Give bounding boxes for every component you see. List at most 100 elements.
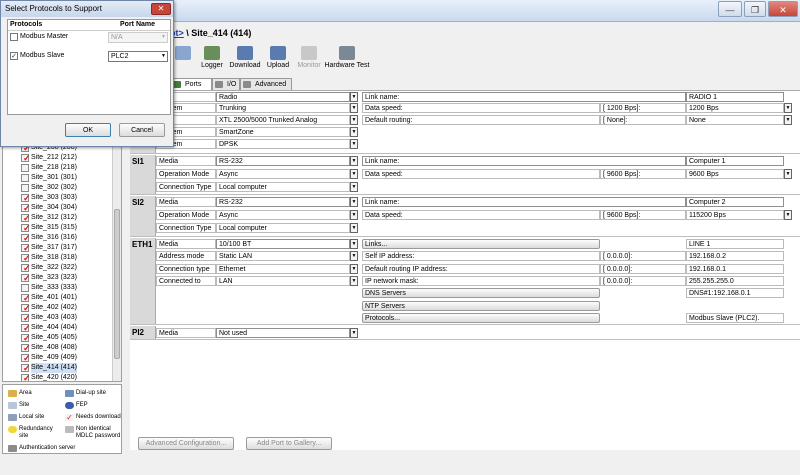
si1-connection-type-dropdown[interactable]: ▼	[350, 182, 358, 192]
eth1-media-dropdown[interactable]: ▼	[350, 239, 358, 249]
tree-item[interactable]: ✓ Site_420 (420)	[21, 373, 77, 381]
si1-link-name-value[interactable]: Computer 1	[686, 156, 784, 166]
radio-trunk-system-value[interactable]: SmartZone	[216, 127, 350, 137]
si2-data-speed-value[interactable]: 115200 Bps	[686, 210, 784, 220]
radio-default-routing-value[interactable]: None	[686, 115, 784, 125]
modbus-master-port-select[interactable]: N/A	[108, 32, 168, 43]
si1-operation-mode-value[interactable]: Async	[216, 169, 350, 179]
si2-media-value[interactable]: RS-232	[216, 197, 350, 207]
tree-item[interactable]: ✓ Site_404 (404)	[21, 323, 77, 333]
eth1-connection-type-value[interactable]: Ethernet	[216, 264, 350, 274]
dialog-close-button[interactable]: ✕	[151, 3, 171, 15]
tree-item[interactable]: ✓ Site_403 (403)	[21, 313, 77, 323]
tree-item[interactable]: ✓ Site_212 (212)	[21, 153, 77, 163]
ok-button[interactable]: OK	[65, 123, 111, 137]
radio-modem-value[interactable]: DPSK	[216, 139, 350, 149]
tree-item[interactable]: ✓ Site_409 (409)	[21, 353, 77, 363]
radio-default-routing-dropdown[interactable]: ▼	[784, 115, 792, 125]
radio-modem-dropdown[interactable]: ▼	[350, 139, 358, 149]
scrollbar-thumb[interactable]	[114, 209, 120, 359]
si1-link-name-field[interactable]: Link name:	[362, 156, 686, 166]
eth1-connected-to-value[interactable]: LAN	[216, 276, 350, 286]
eth1-media-value[interactable]: 10/100 BT	[216, 239, 350, 249]
self-ip-value[interactable]: 192.168.0.2	[686, 251, 784, 261]
maximize-button[interactable]: ❐	[744, 1, 766, 17]
tree-item[interactable]: ✓ Site_312 (312)	[21, 213, 77, 223]
tree-item[interactable]: Site_218 (218)	[21, 163, 77, 173]
si1-data-speed-value[interactable]: 9600 Bps	[686, 169, 784, 179]
si1-connection-type-value[interactable]: Local computer	[216, 182, 350, 192]
cancel-button[interactable]: Cancel	[119, 123, 165, 137]
tree-item[interactable]: ✓ Site_405 (405)	[21, 333, 77, 343]
tab-ports[interactable]: Ports	[170, 78, 212, 90]
modbus-slave-port-select[interactable]: PLC2	[108, 51, 168, 62]
tree-item[interactable]: ✓ Site_304 (304)	[21, 203, 77, 213]
eth1-address-mode-dropdown[interactable]: ▼	[350, 251, 358, 261]
modbus-slave-checkbox[interactable]: ✓	[10, 52, 18, 60]
tree-item[interactable]: Site_301 (301)	[21, 173, 77, 183]
radio-data-speed-value[interactable]: 1200 Bps	[686, 103, 784, 113]
si2-operation-mode-value[interactable]: Async	[216, 210, 350, 220]
ip-network-mask-value[interactable]: 255.255.255.0	[686, 276, 784, 286]
add-port-to-gallery-button[interactable]: Add Port to Gallery...	[246, 437, 332, 450]
tree-item-selected[interactable]: ✓ Site_414 (414)	[21, 363, 77, 373]
eth1-connection-type-dropdown[interactable]: ▼	[350, 264, 358, 274]
si1-media-dropdown[interactable]: ▼	[350, 156, 358, 166]
radio-media-dropdown[interactable]: ▼	[350, 92, 358, 102]
radio-system-dropdown[interactable]: ▼	[350, 103, 358, 113]
tree-item[interactable]: Site_333 (333)	[21, 283, 77, 293]
site-tree[interactable]: ✓ Site_208 (208) ✓ Site_212 (212) Site_218…	[2, 138, 122, 382]
radio-media-value[interactable]: Radio	[216, 92, 350, 102]
radio-link-name-field[interactable]: Link name:	[362, 92, 686, 102]
upload-button[interactable]: Upload	[264, 44, 292, 77]
default-routing-ip-value[interactable]: 192.168.0.1	[686, 264, 784, 274]
tree-item[interactable]: ✓ Site_402 (402)	[21, 303, 77, 313]
ntp-servers-button[interactable]: NTP Servers	[362, 301, 600, 311]
si2-connection-type-value[interactable]: Local computer	[216, 223, 350, 233]
dns-servers-button[interactable]: DNS Servers	[362, 288, 600, 298]
radio-trunk-system-dropdown[interactable]: ▼	[350, 127, 358, 137]
tree-item[interactable]: ✓ Site_315 (315)	[21, 223, 77, 233]
si2-connection-type-dropdown[interactable]: ▼	[350, 223, 358, 233]
tree-item[interactable]: ✓ Site_303 (303)	[21, 193, 77, 203]
eth1-connected-to-dropdown[interactable]: ▼	[350, 276, 358, 286]
minimize-button[interactable]: —	[718, 1, 742, 17]
si1-data-speed-dropdown[interactable]: ▼	[784, 169, 792, 179]
logger-button[interactable]: Logger	[198, 44, 226, 77]
si2-operation-mode-dropdown[interactable]: ▼	[350, 210, 358, 220]
tree-scrollbar[interactable]	[112, 139, 121, 381]
tab-io[interactable]: I/O	[212, 78, 240, 90]
links-button[interactable]: Links...	[362, 239, 600, 249]
tab-advanced[interactable]: Advanced	[240, 78, 292, 90]
radio-type-value[interactable]: XTL 2500/5000 Trunked Analog	[216, 115, 350, 125]
tree-item[interactable]: ✓ Site_408 (408)	[21, 343, 77, 353]
tree-item[interactable]: ✓ Site_318 (318)	[21, 253, 77, 263]
protocols-button[interactable]: Protocols...	[362, 313, 600, 323]
si1-operation-mode-dropdown[interactable]: ▼	[350, 169, 358, 179]
advanced-configuration-button[interactable]: Advanced Configuration...	[138, 437, 234, 450]
radio-type-dropdown[interactable]: ▼	[350, 115, 358, 125]
eth1-address-mode-value[interactable]: Static LAN	[216, 251, 350, 261]
tree-item[interactable]: Site_302 (302)	[21, 183, 77, 193]
tree-item[interactable]: ✓ Site_322 (322)	[21, 263, 77, 273]
radio-system-value[interactable]: Trunking	[216, 103, 350, 113]
pi2-media-value[interactable]: Not used	[216, 328, 350, 338]
pi2-media-dropdown[interactable]: ▼	[350, 328, 358, 338]
hardware-test-button[interactable]: Hardware Test	[324, 44, 370, 77]
si2-data-speed-dropdown[interactable]: ▼	[784, 210, 792, 220]
download-button[interactable]: Download	[228, 44, 262, 77]
modbus-master-checkbox[interactable]	[10, 33, 18, 41]
tree-item[interactable]: ✓ Site_317 (317)	[21, 243, 77, 253]
monitor-button[interactable]: Monitor	[294, 44, 324, 77]
tree-item[interactable]: ✓ Site_316 (316)	[21, 233, 77, 243]
si2-link-name-field[interactable]: Link name:	[362, 197, 686, 207]
eth1-label: ETH1	[130, 238, 156, 324]
si1-media-value[interactable]: RS-232	[216, 156, 350, 166]
si2-media-dropdown[interactable]: ▼	[350, 197, 358, 207]
tree-item[interactable]: ✓ Site_323 (323)	[21, 273, 77, 283]
tree-item[interactable]: ✓ Site_401 (401)	[21, 293, 77, 303]
si2-link-name-value[interactable]: Computer 2	[686, 197, 784, 207]
close-window-button[interactable]: ✕	[768, 1, 798, 17]
radio-link-name-value[interactable]: RADIO 1	[686, 92, 784, 102]
radio-data-speed-dropdown[interactable]: ▼	[784, 103, 792, 113]
